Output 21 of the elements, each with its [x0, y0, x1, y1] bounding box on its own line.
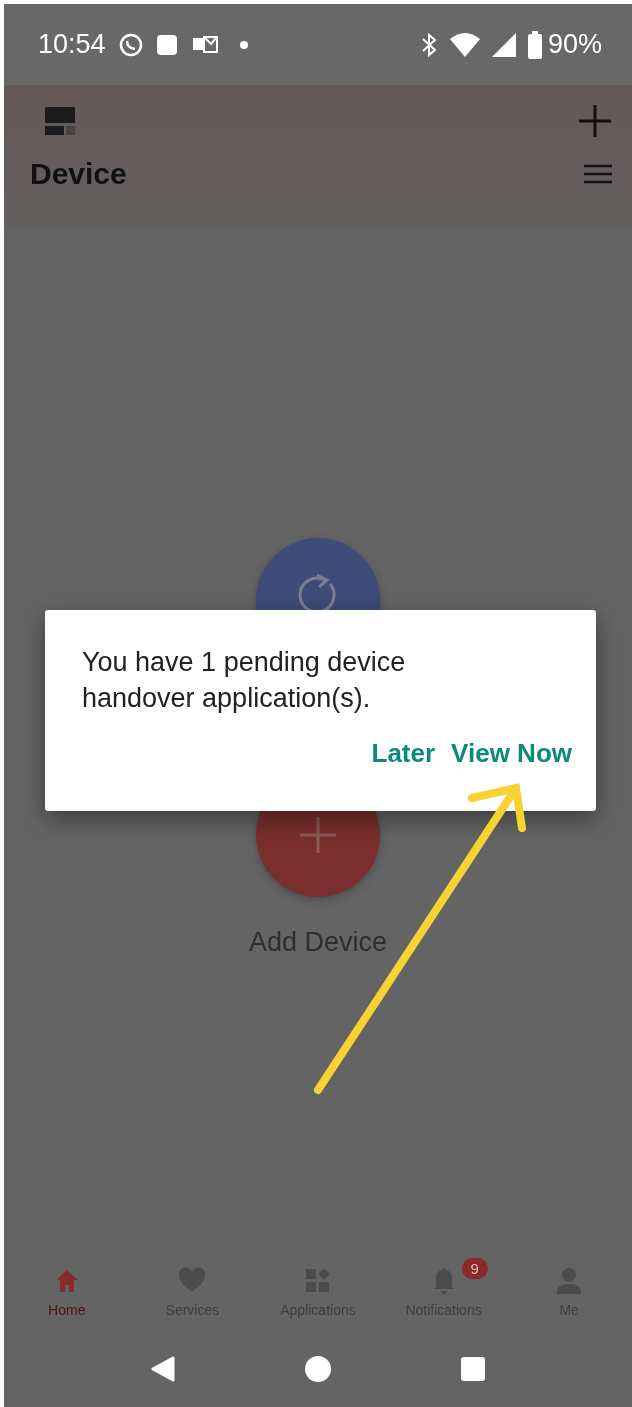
plus-icon — [298, 815, 338, 855]
layout-grid-icon[interactable] — [45, 107, 75, 135]
nav-tab[interactable]: Home — [4, 1258, 130, 1324]
plus-icon[interactable] — [578, 104, 612, 138]
dialog-message: You have 1 pending device handover application(s). — [82, 646, 407, 715]
dot-icon — [239, 40, 248, 49]
dialog-button[interactable]: View Now — [445, 732, 578, 775]
dialog-button[interactable]: Later — [365, 732, 442, 775]
notification-count-badge: 9 — [461, 1258, 488, 1279]
signal-icon — [491, 32, 516, 57]
chat-app-icon — [117, 31, 144, 58]
home-circle-icon[interactable] — [305, 1356, 331, 1382]
menu-icon[interactable] — [584, 164, 612, 184]
wifi-icon — [449, 32, 480, 57]
battery-percent: 90% — [547, 29, 602, 60]
back-icon[interactable] — [151, 1356, 175, 1382]
mail-icon — [191, 33, 218, 56]
clock-time: 10:54 — [38, 29, 106, 60]
page-title: Device — [30, 157, 127, 191]
battery-icon — [527, 30, 542, 59]
app-notification-icon — [155, 32, 180, 57]
